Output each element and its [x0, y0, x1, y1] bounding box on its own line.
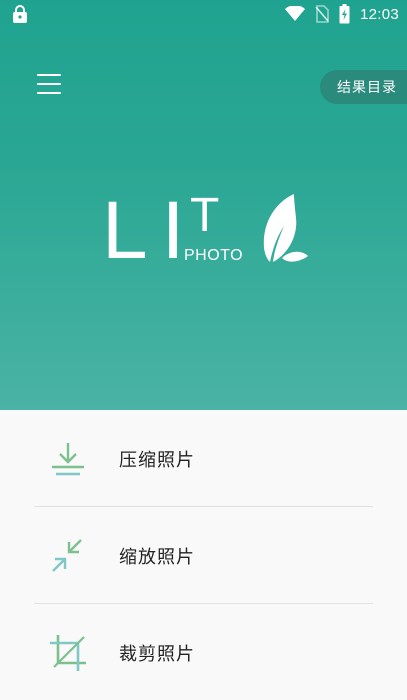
divider: [34, 603, 373, 604]
hero-header: 12:03 结果目录 LI T PHOTO: [0, 0, 407, 410]
feather-icon: [263, 194, 308, 262]
crop-photo-item[interactable]: 裁剪照片: [34, 605, 373, 700]
crop-photo-label: 裁剪照片: [119, 644, 195, 665]
status-bar: 12:03: [0, 0, 407, 28]
compress-photo-item[interactable]: 压缩照片: [34, 411, 373, 507]
resize-photo-label: 缩放照片: [119, 547, 195, 568]
app-logo: LI T PHOTO: [100, 190, 315, 280]
results-directory-button[interactable]: 结果目录: [320, 70, 407, 104]
compress-photo-label: 压缩照片: [119, 450, 195, 471]
logo-t-text: T: [190, 189, 220, 242]
logo-photo-text: PHOTO: [184, 247, 244, 264]
status-time: 12:03: [359, 5, 399, 23]
wifi-icon: [284, 6, 305, 21]
battery-charging-icon: [339, 4, 350, 24]
crop-icon: [50, 635, 86, 671]
shrink-arrows-icon: [52, 539, 82, 572]
no-sim-icon: [315, 5, 329, 23]
resize-photo-item[interactable]: 缩放照片: [34, 508, 373, 604]
lock-icon: [13, 5, 27, 23]
divider: [34, 506, 373, 507]
feature-menu: 压缩照片 缩放照片 裁剪照片: [0, 410, 407, 700]
menu-icon[interactable]: [37, 74, 61, 94]
compress-download-icon: [52, 443, 84, 476]
